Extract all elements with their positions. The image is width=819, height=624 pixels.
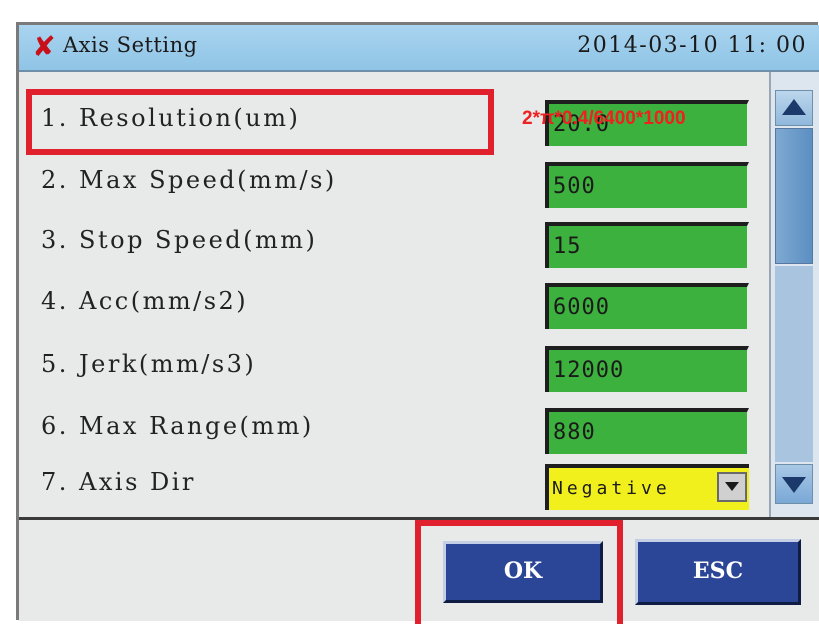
close-x-icon[interactable]: ✘	[29, 31, 59, 63]
setting-row-max-speed: 2. Max Speed(mm/s) 500	[19, 156, 779, 216]
acc-input[interactable]: 6000	[545, 283, 749, 329]
settings-panel: 1. Resolution(um) 20.0 2. Max Speed(mm/s…	[19, 72, 819, 517]
resolution-highlight-box	[26, 89, 494, 155]
resolution-formula-annotation: 2*π*0.4/6400*1000	[522, 108, 686, 129]
esc-button[interactable]: ESC	[635, 539, 801, 605]
max-range-input[interactable]: 880	[545, 408, 749, 454]
title-bar: ✘ Axis Setting 2014-03-10 11: 00	[19, 25, 819, 72]
setting-row-axis-dir: 7. Axis Dir Negative	[19, 458, 779, 518]
stop-speed-label: 3. Stop Speed(mm)	[41, 226, 318, 254]
max-range-label: 6. Max Range(mm)	[41, 412, 314, 440]
ok-button[interactable]: OK	[443, 541, 603, 603]
max-speed-label: 2. Max Speed(mm/s)	[41, 166, 337, 194]
datetime-display: 2014-03-10 11: 00	[577, 33, 807, 58]
axis-dir-label: 7. Axis Dir	[41, 468, 196, 496]
axis-setting-window: ✘ Axis Setting 2014-03-10 11: 00 1. Reso…	[0, 0, 819, 624]
window-title: Axis Setting	[63, 33, 198, 57]
chevron-down-icon[interactable]	[717, 472, 747, 502]
scroll-thumb[interactable]	[775, 128, 813, 264]
axis-dir-select[interactable]: Negative	[545, 464, 749, 510]
button-bar: OK ESC	[19, 517, 819, 624]
setting-row-acc: 4. Acc(mm/s2) 6000	[19, 277, 779, 337]
scroll-up-arrow-icon[interactable]	[775, 90, 813, 126]
jerk-input[interactable]: 12000	[545, 346, 749, 392]
stop-speed-input[interactable]: 15	[545, 222, 749, 268]
acc-label: 4. Acc(mm/s2)	[41, 287, 249, 315]
setting-row-stop-speed: 3. Stop Speed(mm) 15	[19, 216, 779, 276]
jerk-label: 5. Jerk(mm/s3)	[41, 350, 257, 378]
vertical-scrollbar[interactable]	[769, 72, 819, 517]
max-speed-input[interactable]: 500	[545, 162, 749, 208]
scroll-down-arrow-icon[interactable]	[775, 464, 813, 504]
setting-row-max-range: 6. Max Range(mm) 880	[19, 402, 779, 462]
scroll-track[interactable]	[775, 266, 813, 462]
setting-row-jerk: 5. Jerk(mm/s3) 12000	[19, 340, 779, 400]
axis-dir-value: Negative	[552, 478, 671, 499]
